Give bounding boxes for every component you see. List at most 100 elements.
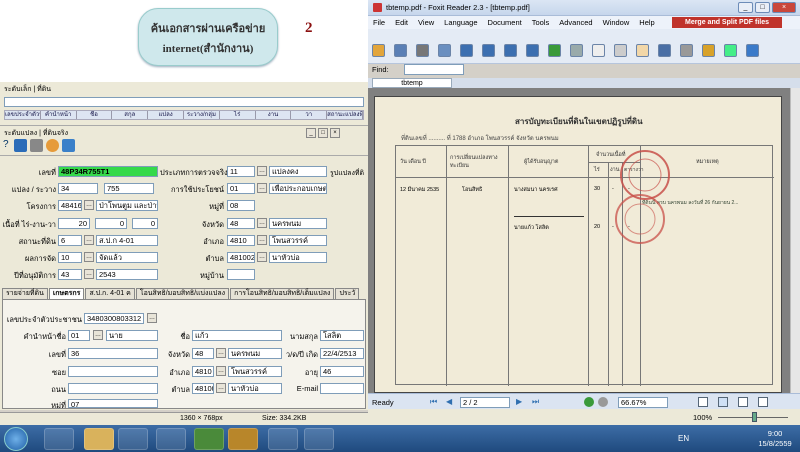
status-text-field[interactable]: ส.ป.ก 4-01 [96, 235, 158, 246]
email-icon[interactable] [438, 44, 451, 57]
clock-time[interactable]: 9:00 [756, 429, 794, 438]
close-button[interactable]: × [772, 2, 796, 13]
grid-column-header[interactable]: ชื่อ [77, 111, 113, 119]
grid-column-header[interactable]: เลขประจำตัวประชาชน [5, 111, 41, 119]
menu-file[interactable]: File [368, 18, 390, 27]
soi-field[interactable] [68, 366, 158, 377]
forward-icon[interactable] [548, 44, 561, 57]
prev-page-icon[interactable]: ◀ [446, 397, 452, 406]
district-text-field[interactable]: โพนสวรรค์ [269, 235, 327, 246]
tab-4[interactable]: การโอนสิทธิ/มอบสิทธิ/เต็มแปลง [230, 288, 335, 299]
grid-column-header[interactable]: สกุล [112, 111, 149, 119]
text-icon[interactable] [702, 44, 715, 57]
prefix-code-field[interactable]: 01 [68, 330, 90, 341]
lookup-button[interactable]: … [257, 252, 267, 262]
inspect-code-field[interactable]: 11 [227, 166, 255, 177]
next-icon[interactable] [504, 44, 517, 57]
area-ngan-field[interactable]: 0 [95, 218, 127, 229]
menu-advanced[interactable]: Advanced [554, 18, 597, 27]
province-code-field[interactable]: 48 [227, 218, 255, 229]
page-icon[interactable] [592, 44, 605, 57]
farmer-province-code[interactable]: 48 [192, 348, 214, 359]
maximize-button[interactable]: □ [318, 128, 328, 138]
media-icon[interactable] [118, 428, 148, 450]
project-code-field[interactable]: 48416 [58, 200, 82, 211]
search-input[interactable] [4, 97, 364, 107]
foxit-taskbar-icon[interactable] [268, 428, 298, 450]
merge-split-button[interactable]: Merge and Split PDF files [672, 17, 782, 28]
facing-page-icon[interactable] [738, 397, 748, 407]
forward-icon[interactable] [584, 397, 594, 407]
subdistrict-text-field[interactable]: นาหัวบ่อ [269, 252, 327, 263]
citizen-id-field[interactable]: 3480300803312 [84, 313, 144, 324]
sheet-field[interactable]: 755 [104, 183, 154, 194]
first-icon[interactable] [460, 44, 473, 57]
close-button[interactable]: × [330, 128, 340, 138]
start-button[interactable] [4, 427, 28, 451]
grid-column-header[interactable]: วา [291, 111, 328, 119]
hand-icon[interactable] [636, 44, 649, 57]
menu-tools[interactable]: Tools [527, 18, 555, 27]
dob-field[interactable]: 22/4/2513 [320, 348, 364, 359]
continuous-page-icon[interactable] [718, 397, 728, 407]
plot-field[interactable]: 34 [58, 183, 98, 194]
find-input[interactable] [404, 64, 464, 75]
surname-field[interactable]: โสลิต [320, 330, 364, 341]
language-indicator[interactable]: EN [678, 434, 689, 443]
next-page-icon[interactable]: ▶ [516, 397, 522, 406]
image-icon[interactable] [724, 44, 737, 57]
lookup-button[interactable]: … [257, 166, 267, 176]
first-name-field[interactable]: แก้ว [192, 330, 282, 341]
lookup-button[interactable]: … [216, 383, 226, 393]
explorer-icon[interactable] [84, 428, 114, 450]
vertical-scrollbar[interactable] [790, 88, 800, 393]
continuous-facing-icon[interactable] [758, 397, 768, 407]
seal-app-icon[interactable] [228, 428, 258, 450]
province-text-field[interactable]: นครพนม [269, 218, 327, 229]
snapshot-icon[interactable] [680, 44, 693, 57]
road-field[interactable] [68, 383, 158, 394]
single-page-icon[interactable] [698, 397, 708, 407]
help-icon[interactable] [746, 44, 759, 57]
farmer-subdistrict-text[interactable]: นาหัวบ่อ [228, 383, 282, 394]
clock-date[interactable]: 15/8/2559 [756, 439, 794, 448]
grid-column-header[interactable]: ระวาง/กลุ่ม [184, 111, 220, 119]
menu-window[interactable]: Window [598, 18, 635, 27]
grid-column-header[interactable]: สถานะแปลงที่ดิน [327, 111, 363, 119]
grid-column-header[interactable]: ไร่ [220, 111, 256, 119]
maximize-button[interactable]: □ [755, 2, 770, 13]
ie-icon[interactable] [44, 428, 74, 450]
tab-3[interactable]: โอนสิทธิ/มอบสิทธิ/แบ่งแปลง [135, 288, 230, 299]
lookup-button[interactable]: … [84, 235, 94, 245]
prefix-text-field[interactable]: นาย [106, 330, 158, 341]
year-code-field[interactable]: 43 [58, 269, 82, 280]
zoom-input[interactable]: 66.67% [618, 397, 668, 408]
lookup-button[interactable]: … [257, 183, 267, 193]
farmer-moo-field[interactable]: 07 [68, 399, 158, 408]
tab-0[interactable]: รายจ่ายที่ดิน [2, 288, 48, 299]
save-icon[interactable] [14, 139, 27, 152]
house-no-field[interactable]: 36 [68, 348, 158, 359]
farmer-subdistrict-code[interactable]: 48100 [192, 383, 214, 394]
save-icon[interactable] [394, 44, 407, 57]
result-text-field[interactable]: จัดแล้ว [96, 252, 158, 263]
print-icon[interactable] [416, 44, 429, 57]
user-icon[interactable] [46, 139, 59, 152]
minimize-button[interactable]: _ [306, 128, 316, 138]
lookup-button[interactable]: … [84, 269, 94, 279]
tray-icons[interactable] [698, 434, 738, 442]
menu-document[interactable]: Document [483, 18, 527, 27]
farmer-province-text[interactable]: นครพนม [228, 348, 282, 359]
use-code-field[interactable]: 01 [227, 183, 255, 194]
minimize-button[interactable]: _ [738, 2, 753, 13]
back-icon[interactable] [598, 397, 608, 407]
back-icon[interactable] [570, 44, 583, 57]
district-code-field[interactable]: 4810 [227, 235, 255, 246]
farmer-district-text[interactable]: โพนสวรรค์ [228, 366, 282, 377]
area-rai-field[interactable]: 20 [58, 218, 90, 229]
last-icon[interactable] [526, 44, 539, 57]
moo-field[interactable] [227, 269, 255, 280]
page-input[interactable]: 2 / 2 [460, 397, 510, 408]
lookup-button[interactable]: … [84, 200, 94, 210]
lookup-button[interactable]: … [257, 235, 267, 245]
